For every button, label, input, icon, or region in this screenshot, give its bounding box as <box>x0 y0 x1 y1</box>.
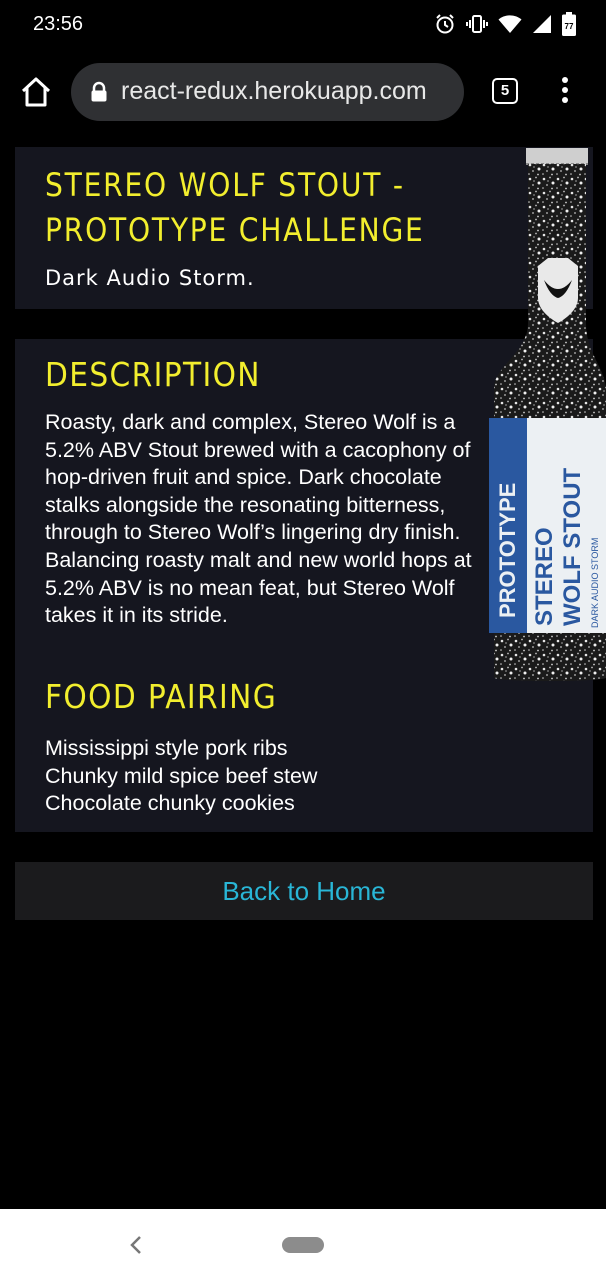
wifi-icon <box>498 14 522 34</box>
svg-text:WOLF STOUT: WOLF STOUT <box>559 467 586 626</box>
food-pairing-heading: FOOD PAIRING <box>45 677 278 716</box>
lock-icon <box>90 81 108 107</box>
description-heading: DESCRIPTION <box>45 355 261 394</box>
list-item: Chocolate chunky cookies <box>45 791 295 816</box>
svg-text:STEREO: STEREO <box>531 527 558 626</box>
battery-icon: 77 <box>562 12 576 36</box>
more-vert-icon[interactable] <box>556 77 574 105</box>
tabs-button[interactable]: 5 <box>492 78 518 104</box>
list-item: Chunky mild spice beef stew <box>45 763 318 788</box>
home-icon <box>21 77 51 107</box>
browser-toolbar: react-redux.herokuapp.com 5 <box>0 50 606 134</box>
beer-tagline: Dark Audio Storm. <box>45 266 255 290</box>
vibrate-icon <box>466 14 488 34</box>
alarm-icon <box>434 13 456 35</box>
svg-text:DARK AUDIO STORM: DARK AUDIO STORM <box>590 538 600 628</box>
address-bar[interactable]: react-redux.herokuapp.com <box>71 63 464 121</box>
status-time: 23:56 <box>33 13 84 35</box>
food-pairing-list: Mississippi style pork ribs Chunky mild … <box>45 735 317 818</box>
nav-home-pill[interactable] <box>282 1237 324 1253</box>
home-button[interactable] <box>18 74 54 110</box>
signal-icon <box>532 14 552 34</box>
nav-back-icon[interactable] <box>128 1235 144 1259</box>
svg-text:PROTOTYPE: PROTOTYPE <box>495 483 520 618</box>
url-text: react-redux.herokuapp.com <box>121 77 427 105</box>
description-text: Roasty, dark and complex, Stereo Wolf is… <box>45 410 472 628</box>
list-item: Mississippi style pork ribs <box>45 736 288 760</box>
system-navigation-bar <box>0 1209 606 1280</box>
status-icons: 77 <box>434 12 576 36</box>
svg-text:77: 77 <box>565 22 574 31</box>
beer-bottle-image: PROTOTYPE STEREO WOLF STOUT DARK AUDIO S… <box>486 148 606 682</box>
back-to-home-button[interactable]: Back to Home <box>15 862 593 920</box>
beer-name: STEREO WOLF STOUT - PROTOTYPE CHALLENGE <box>45 166 425 249</box>
status-bar: 23:56 77 <box>0 0 606 50</box>
